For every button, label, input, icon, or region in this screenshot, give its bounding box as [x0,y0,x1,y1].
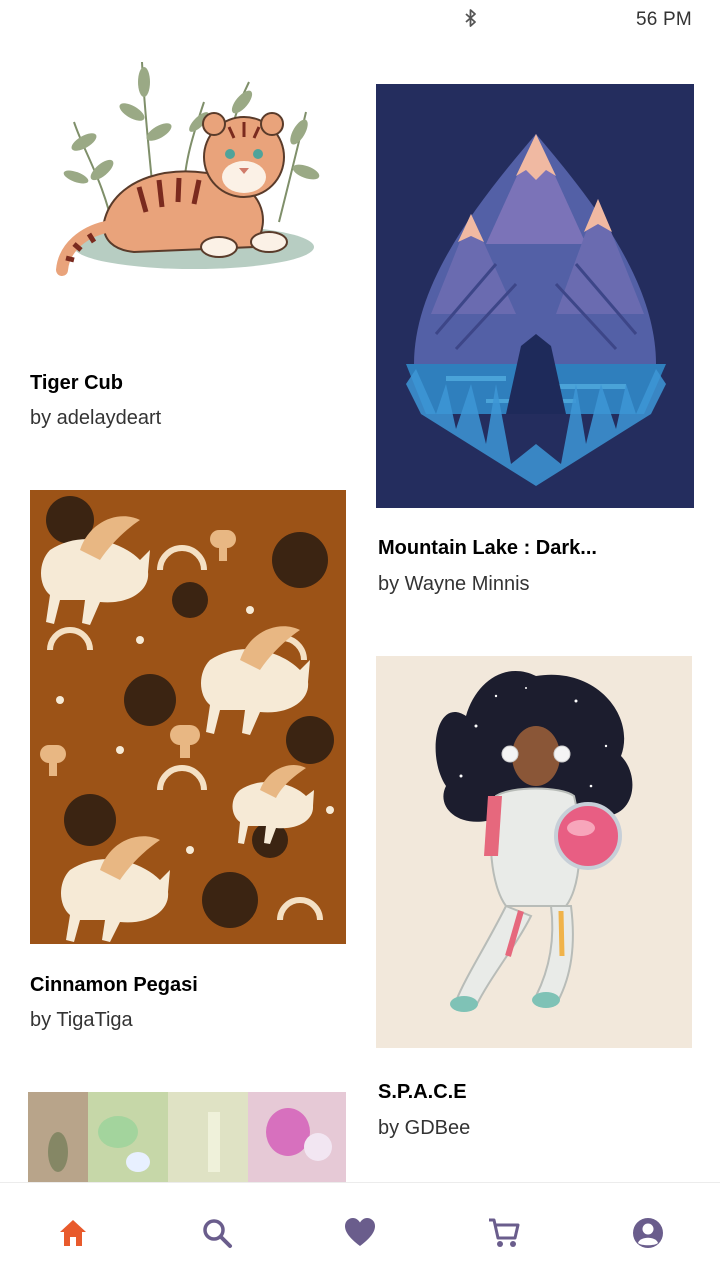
abstract-floral-painting [28,1092,346,1182]
nav-home[interactable] [53,1213,93,1253]
artwork-image-tiger-cub[interactable] [44,42,326,290]
artwork-title[interactable]: Cinnamon Pegasi [30,974,240,997]
tiger-cub-illustration [44,42,326,290]
home-icon [60,1220,86,1246]
artwork-title[interactable]: Mountain Lake : Dark... [378,537,648,560]
status-time: 56 PM [636,9,692,30]
artwork-image-mountain-lake[interactable] [376,84,694,508]
artwork-title[interactable]: S.P.A.C.E [378,1081,528,1104]
artwork-image-cinnamon-pegasi[interactable] [30,490,346,944]
artwork-artist[interactable]: by Wayne Minnis [378,573,568,596]
astronaut-girl-illustration [376,656,692,1048]
heart-icon [345,1218,375,1246]
artwork-artist[interactable]: by GDBee [378,1117,528,1140]
cart-icon [489,1218,520,1247]
artwork-image-abstract[interactable] [28,1092,346,1182]
artwork-title[interactable]: Tiger Cub [30,372,180,395]
nav-profile[interactable] [628,1213,668,1253]
nav-cart[interactable] [484,1213,524,1253]
mountain-lake-illustration [376,84,694,508]
profile-icon [633,1218,663,1248]
artwork-artist[interactable]: by adelaydeart [30,407,200,430]
status-bar: 56 PM [0,0,720,36]
search-icon [203,1219,232,1248]
pegasus-pattern-illustration [30,490,346,944]
bottom-navigation [0,1182,720,1280]
bluetooth-icon [465,9,476,27]
nav-search[interactable] [197,1213,237,1253]
nav-favorites[interactable] [340,1213,380,1253]
artwork-artist[interactable]: by TigaTiga [30,1009,190,1032]
artwork-image-space[interactable] [376,656,692,1048]
